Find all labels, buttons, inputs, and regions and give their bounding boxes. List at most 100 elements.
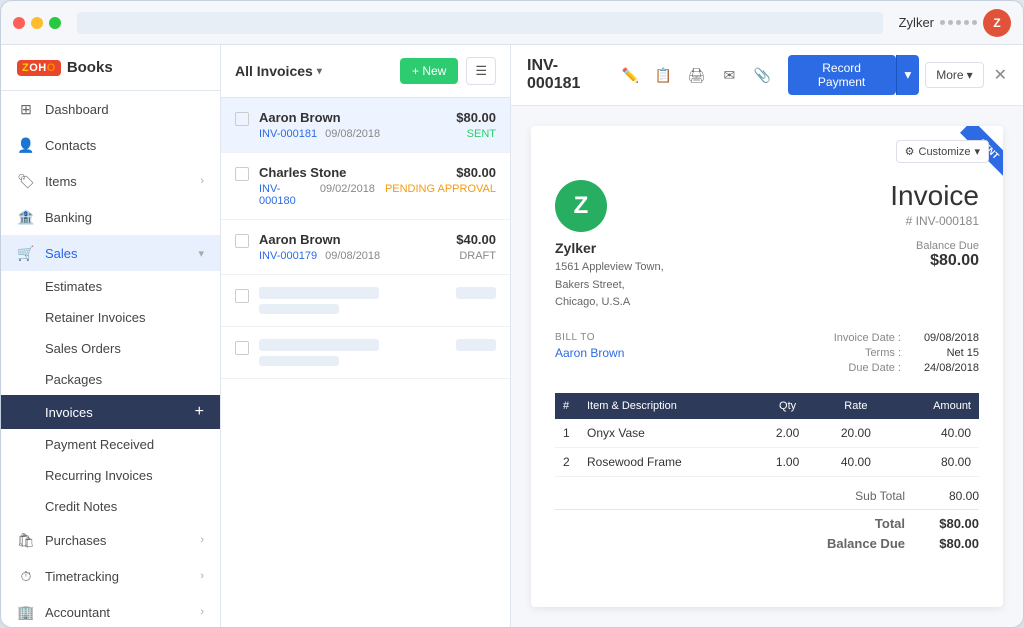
invoice-amount: $80.00 bbox=[456, 110, 496, 125]
hamburger-button[interactable]: ☰ bbox=[466, 57, 496, 85]
balance-due-amount: $80.00 bbox=[890, 252, 979, 270]
due-date-row: Due Date : 24/08/2018 bbox=[834, 362, 979, 374]
preview-invoice-id: INV-000181 bbox=[527, 57, 609, 93]
close-button[interactable]: ✕ bbox=[994, 65, 1007, 85]
sub-total-row: Sub Total 80.00 bbox=[555, 489, 979, 503]
total-label: Total bbox=[825, 516, 905, 531]
invoice-right: $80.00 PENDING APPROVAL bbox=[385, 165, 496, 195]
sidebar-item-sales-orders[interactable]: Sales Orders bbox=[1, 333, 220, 364]
invoice-checkbox[interactable] bbox=[235, 167, 249, 181]
invoice-customer-name: Aaron Brown bbox=[259, 232, 446, 247]
print-button[interactable]: 🖨 bbox=[683, 61, 710, 89]
sidebar-item-dashboard[interactable]: ⊞ Dashboard bbox=[1, 91, 220, 127]
edit-button[interactable]: ✏️ bbox=[617, 61, 644, 89]
duplicate-button[interactable]: 📋 bbox=[650, 61, 677, 89]
record-payment-button[interactable]: Record Payment bbox=[788, 55, 896, 95]
invoice-status: DRAFT bbox=[456, 250, 496, 262]
sidebar-item-credit-notes[interactable]: Credit Notes bbox=[1, 491, 220, 522]
invoice-info: Aaron Brown INV-000181 09/08/2018 bbox=[259, 110, 446, 140]
main-layout: ZOHO Books ⊞ Dashboard 👤 Contacts 🏷 Item… bbox=[1, 45, 1023, 627]
company-name: Zylker bbox=[555, 240, 664, 256]
filter-dropdown[interactable]: All Invoices ▾ bbox=[235, 63, 322, 79]
sidebar-item-items[interactable]: 🏷 Items › bbox=[1, 163, 220, 199]
balance-due-row: Balance Due $80.00 bbox=[555, 536, 979, 551]
row-qty: 2.00 bbox=[756, 419, 819, 448]
chevron-right-icon: › bbox=[200, 570, 204, 582]
avatar[interactable]: Z bbox=[983, 9, 1011, 37]
row-amount: 40.00 bbox=[893, 419, 979, 448]
sidebar-item-sales[interactable]: 🛒 Sales ▾ bbox=[1, 235, 220, 271]
chevron-right-icon: › bbox=[200, 175, 204, 187]
building-icon: 🏢 bbox=[17, 603, 35, 621]
user-dot bbox=[956, 20, 961, 25]
user-dot bbox=[948, 20, 953, 25]
invoice-status: SENT bbox=[456, 128, 496, 140]
more-button[interactable]: More ▾ bbox=[925, 62, 983, 88]
total-row: Total $80.00 bbox=[555, 516, 979, 531]
invoice-amount: $80.00 bbox=[385, 165, 496, 180]
new-button[interactable]: + New bbox=[400, 58, 458, 84]
attachment-button[interactable]: 📎 bbox=[749, 61, 776, 89]
col-desc: Item & Description bbox=[579, 393, 756, 419]
invoice-customer-name: Charles Stone bbox=[259, 165, 375, 180]
invoice-title-area: Invoice # INV-000181 Balance Due $80.00 bbox=[890, 180, 979, 312]
email-button[interactable]: ✉ bbox=[716, 61, 743, 89]
row-amount: 80.00 bbox=[893, 447, 979, 476]
invoice-number: INV-000179 bbox=[259, 250, 317, 262]
record-payment-dropdown[interactable]: ▾ bbox=[896, 55, 920, 95]
sidebar-item-retainer-invoices[interactable]: Retainer Invoices bbox=[1, 302, 220, 333]
bank-icon: 🏦 bbox=[17, 208, 35, 226]
maximize-traffic-light[interactable] bbox=[49, 17, 61, 29]
person-icon: 👤 bbox=[17, 136, 35, 154]
due-date-val: 24/08/2018 bbox=[909, 362, 979, 374]
doc-top: Z Zylker 1561 Appleview Town, Bakers Str… bbox=[555, 180, 979, 312]
skeleton-item bbox=[221, 327, 510, 379]
filter-label: All Invoices bbox=[235, 63, 313, 79]
user-dot bbox=[964, 20, 969, 25]
preview-header: INV-000181 ✏️ 📋 🖨 ✉ 📎 Record Payment ▾ M… bbox=[511, 45, 1023, 106]
invoice-meta: INV-000181 09/08/2018 bbox=[259, 128, 446, 140]
sidebar-item-accountant[interactable]: 🏢 Accountant › bbox=[1, 594, 220, 627]
logo[interactable]: ZOHO Books bbox=[17, 59, 204, 76]
user-dot bbox=[972, 20, 977, 25]
chevron-down-icon: ▾ bbox=[974, 145, 980, 158]
invoice-checkbox bbox=[235, 289, 249, 303]
sidebar-item-purchases[interactable]: 🛍 Purchases › bbox=[1, 522, 220, 558]
terms-label: Terms : bbox=[865, 347, 901, 359]
invoice-info: Charles Stone INV-000180 09/02/2018 bbox=[259, 165, 375, 207]
company-logo: Z bbox=[555, 180, 607, 232]
invoice-list: Aaron Brown INV-000181 09/08/2018 $80.00… bbox=[221, 98, 510, 627]
balance-label: Balance Due bbox=[825, 536, 905, 551]
invoice-date: 09/08/2018 bbox=[325, 128, 380, 140]
sidebar-item-packages[interactable]: Packages bbox=[1, 364, 220, 395]
sidebar-item-contacts[interactable]: 👤 Contacts bbox=[1, 127, 220, 163]
preview-panel: INV-000181 ✏️ 📋 🖨 ✉ 📎 Record Payment ▾ M… bbox=[511, 45, 1023, 627]
sidebar-item-recurring-invoices[interactable]: Recurring Invoices bbox=[1, 460, 220, 491]
close-traffic-light[interactable] bbox=[13, 17, 25, 29]
customize-button[interactable]: ⚙ Customize ▾ bbox=[896, 140, 989, 163]
header-actions: ✏️ 📋 🖨 ✉ 📎 Record Payment ▾ More ▾ bbox=[617, 55, 1007, 95]
table-row: 2 Rosewood Frame 1.00 40.00 80.00 bbox=[555, 447, 979, 476]
invoice-number-label: # INV-000181 bbox=[890, 214, 979, 228]
row-rate: 20.00 bbox=[819, 419, 893, 448]
sidebar-item-payment-received[interactable]: Payment Received bbox=[1, 429, 220, 460]
sidebar-item-timetracking[interactable]: ⏱ Timetracking › bbox=[1, 558, 220, 594]
invoice-item[interactable]: Aaron Brown INV-000179 09/08/2018 $40.00… bbox=[221, 220, 510, 275]
invoice-item[interactable]: Aaron Brown INV-000181 09/08/2018 $80.00… bbox=[221, 98, 510, 153]
sub-total-label: Sub Total bbox=[825, 489, 905, 503]
invoice-status: PENDING APPROVAL bbox=[385, 183, 496, 195]
balance-due-label: Balance Due bbox=[890, 240, 979, 252]
invoice-right: $40.00 DRAFT bbox=[456, 232, 496, 262]
content-area: All Invoices ▾ + New ☰ Aaron Brown INV-0… bbox=[221, 45, 1023, 627]
invoice-checkbox[interactable] bbox=[235, 112, 249, 126]
doc-bill-section: Bill To Aaron Brown Invoice Date : 09/08… bbox=[555, 332, 979, 377]
sidebar-item-label: Sales bbox=[45, 246, 78, 261]
invoice-item[interactable]: Charles Stone INV-000180 09/02/2018 $80.… bbox=[221, 153, 510, 220]
sidebar-item-label: Banking bbox=[45, 210, 92, 225]
logo-box: ZOHO bbox=[17, 60, 61, 76]
minimize-traffic-light[interactable] bbox=[31, 17, 43, 29]
sidebar-item-banking[interactable]: 🏦 Banking bbox=[1, 199, 220, 235]
invoice-checkbox[interactable] bbox=[235, 234, 249, 248]
sidebar-item-estimates[interactable]: Estimates bbox=[1, 271, 220, 302]
sidebar-item-invoices[interactable]: Invoices + bbox=[1, 395, 220, 429]
